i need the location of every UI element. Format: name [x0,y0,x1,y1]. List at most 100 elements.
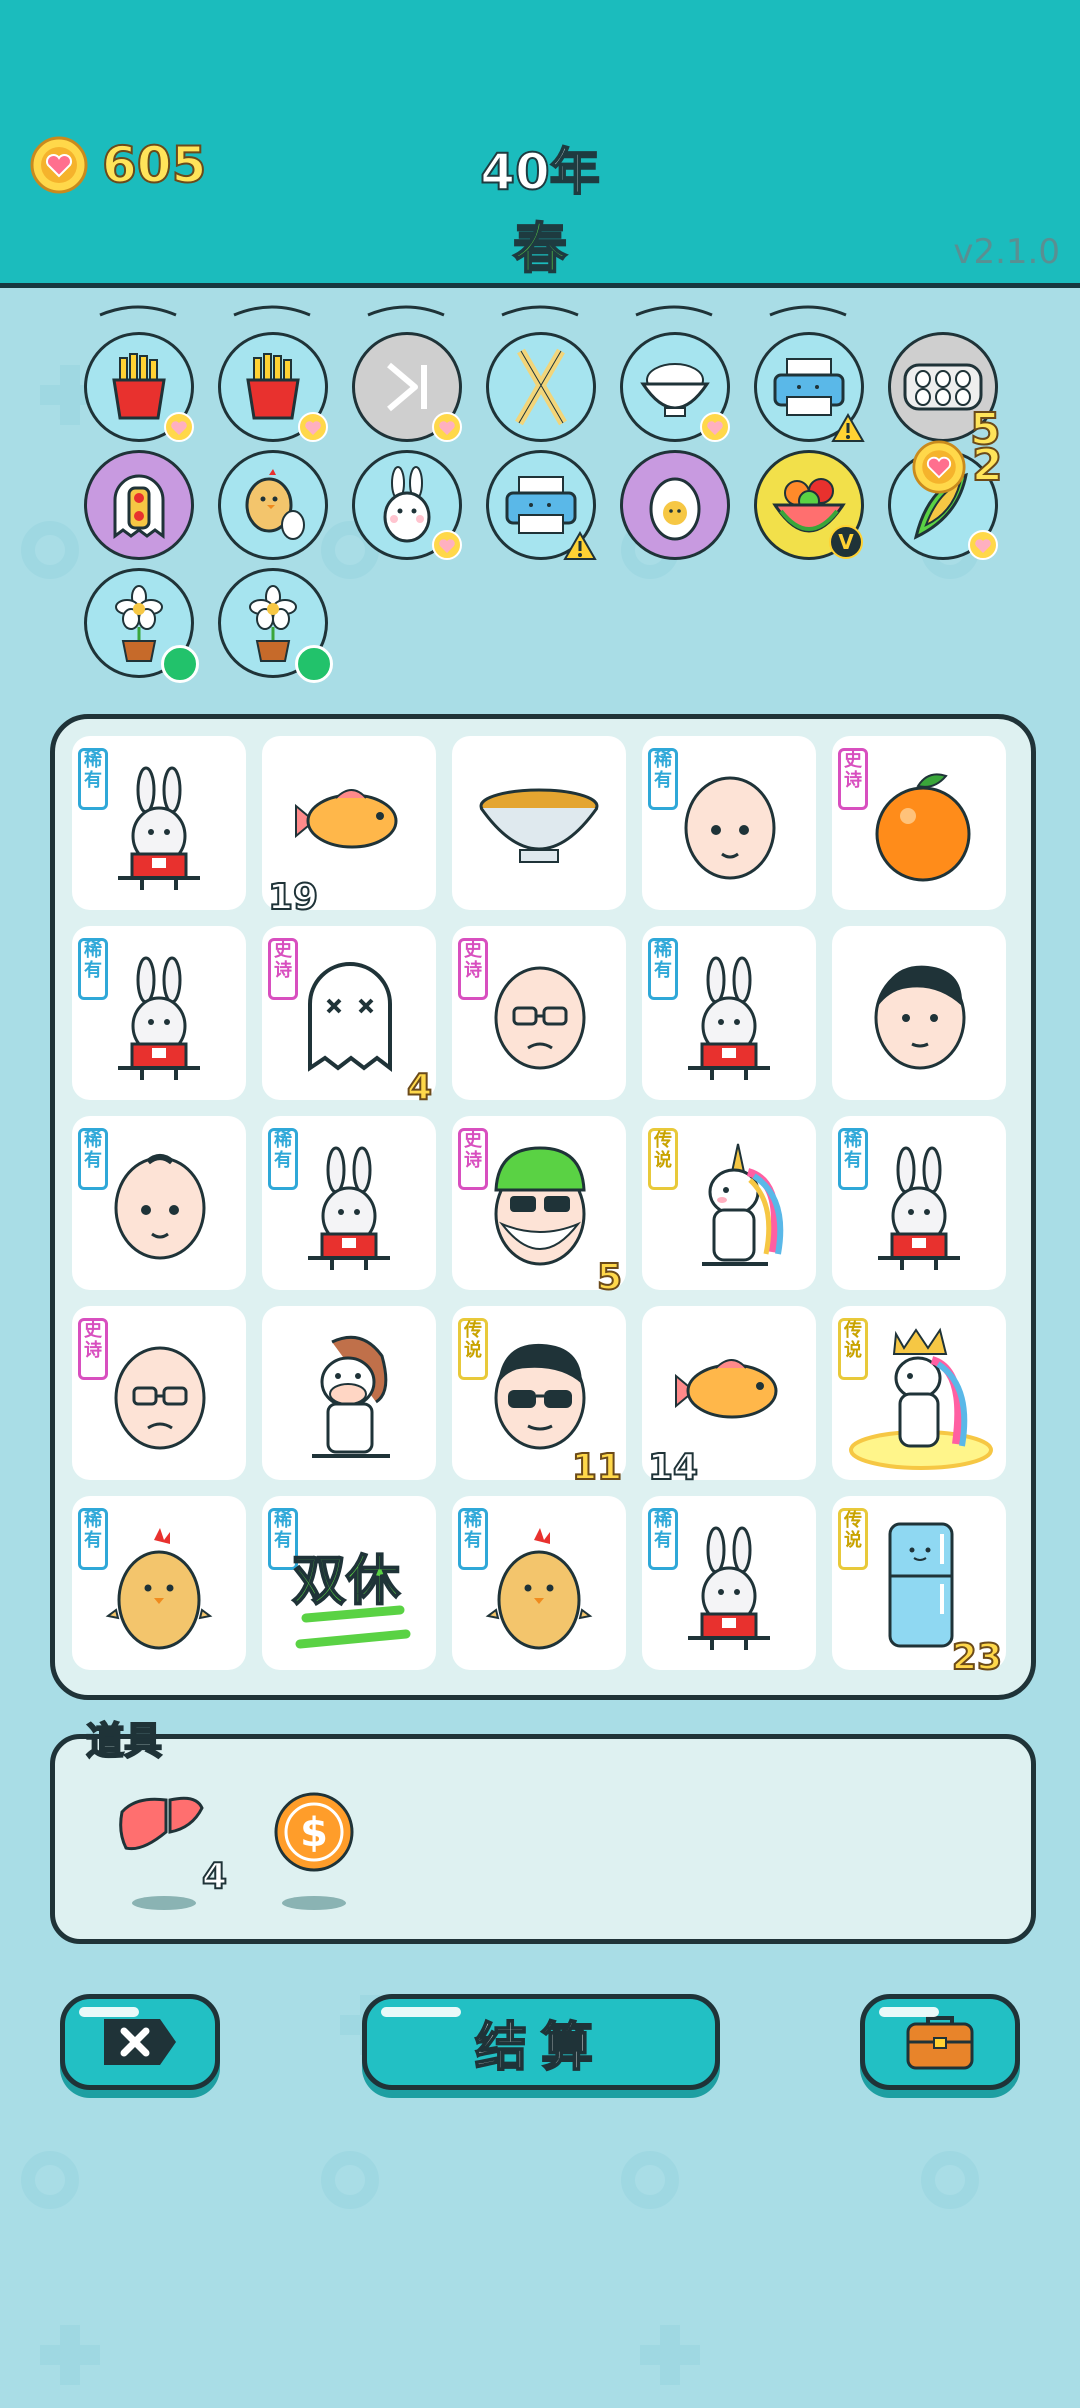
board-cell-rabbit[interactable]: 稀有 [832,1116,1006,1290]
rarity-tag: 稀有 [648,1508,678,1570]
board-cell-unicorn-king[interactable]: 传说 [832,1306,1006,1480]
hidden-row-edge [99,305,847,317]
rabbit-icon [308,1146,390,1270]
board-cell-rabbit[interactable]: 稀有 [642,1496,816,1670]
heart-badge-icon [968,530,998,560]
rabbit-icon [118,766,200,890]
board-cell-bald-man[interactable]: 稀有 [642,736,816,910]
board-cell-rabbit[interactable]: 稀有 [642,926,816,1100]
settle-button-label: 结算 [474,2017,607,2079]
cell-count: 4 [406,1066,433,1109]
inventory-item-flower-pot[interactable] [218,568,333,683]
briefcase-icon [906,2016,974,2070]
fridge-icon [888,1522,954,1648]
board-cell-fish[interactable]: 14 [642,1306,816,1489]
chick-icon [245,469,305,540]
inventory-item-skip[interactable] [352,332,462,442]
board-cell-rabbit[interactable]: 稀有 [72,926,246,1100]
props-title: 道具 [85,1718,163,1764]
board-cell-rabbit[interactable]: 稀有 [72,736,246,910]
rarity-tag: 稀有 [78,748,108,810]
rarity-tag: 稀有 [78,1128,108,1190]
inventory-item-chick-egg[interactable] [218,450,328,560]
rarity-tag: 稀有 [268,1128,298,1190]
flower-pot-icon [115,585,163,662]
board-cell-bald-man[interactable]: 稀有 [72,1116,246,1290]
unicorn-icon [702,1143,784,1266]
board-cell-fish[interactable]: 19 [262,736,436,919]
inventory-item-fries[interactable] [218,332,328,442]
ghost-icon [308,962,392,1073]
rarity-tag: 史诗 [458,1128,488,1190]
rarity-tag: 稀有 [648,748,678,810]
warning-icon [563,531,597,560]
board-cell-horse[interactable] [262,1306,436,1480]
weekend-lines-icon [295,1605,411,1649]
inventory-item-rabbit[interactable] [352,450,462,560]
rarity-tag: 史诗 [268,938,298,1000]
heart-badge-icon [432,412,462,442]
rarity-tag: 稀有 [648,938,678,1000]
board-cell-old-man-glasses[interactable]: 史诗 [72,1306,246,1480]
inventory-item-printer[interactable] [754,332,865,442]
chopsticks-icon [515,348,567,426]
close-button[interactable] [60,1994,220,2090]
button-shine [879,2007,939,2017]
ghost-lantern-icon [113,474,165,539]
rarity-tag: 史诗 [458,938,488,1000]
board-cell-chick[interactable]: 稀有 [72,1496,246,1670]
vip-badge: V [829,525,863,559]
dollar-coin-icon: $ [274,1792,354,1872]
rabbit-icon [878,1146,960,1270]
inventory-item-flower-pot[interactable] [84,568,199,683]
cell-count: 23 [951,1636,1003,1679]
inventory-item-egg[interactable] [620,450,730,560]
bag-button[interactable] [860,1994,1020,2090]
svg-text:$: $ [300,1810,328,1856]
inventory-item-ghost-lantern[interactable] [84,450,194,560]
warning-icon [831,413,865,442]
printer-icon [505,476,577,534]
heart-badge-icon [298,412,328,442]
bald-man-icon [114,1154,206,1260]
board-cell-green-hat-man[interactable]: 史诗 5 [452,1116,626,1299]
close-icon [104,2019,176,2065]
board-cell-weekend-sign[interactable]: 稀有 双休 [262,1496,436,1670]
rarity-tag: 传说 [838,1508,868,1570]
board-cell-man-face[interactable] [832,926,1006,1100]
man-face-icon [874,965,966,1070]
board-cell-fridge[interactable]: 传说 23 [832,1496,1006,1679]
inventory-item-printer[interactable] [486,450,597,560]
settle-button[interactable]: 结算 [362,1994,720,2090]
board-cell-unicorn[interactable]: 传说 [642,1116,816,1290]
old-man-glasses-icon [494,966,586,1070]
cell-count: 11 [571,1446,623,1489]
board-cell-ghost[interactable]: 史诗 4 [262,926,436,1109]
inventory-item-fruit-bowl[interactable]: V [754,450,864,560]
button-shine [79,2007,139,2017]
status-dot [295,645,333,683]
chick-icon [105,1528,213,1650]
inventory-item-rice-bowl[interactable] [620,332,730,442]
inventory-item-fries[interactable] [84,332,194,442]
orange-icon [875,773,971,882]
fish-icon [675,1359,778,1419]
board-cell-chick[interactable]: 稀有 [452,1496,626,1670]
heart-coin-icon [912,440,966,494]
rarity-tag: 史诗 [838,748,868,810]
board-cell-sunglasses-man[interactable]: 传说 11 [452,1306,626,1489]
unicorn-king-icon [849,1327,993,1470]
flower-pot-icon [249,585,297,662]
prop-liver[interactable]: 4 [116,1792,228,1922]
green-hat-man-icon [494,1146,586,1266]
heart-badge-icon [432,530,462,560]
printer-icon [773,358,845,416]
board-cell-rabbit[interactable]: 稀有 [262,1116,436,1290]
inventory-item-chopsticks[interactable] [486,332,596,442]
rabbit-icon [118,956,200,1080]
board-cell-soup-bowl[interactable] [452,736,626,910]
prop-coin[interactable]: $ [272,1790,362,1920]
board-cell-old-man-glasses[interactable]: 史诗 [452,926,626,1100]
board-cell-orange[interactable]: 史诗 [832,736,1006,910]
cell-count: 14 [647,1446,699,1489]
